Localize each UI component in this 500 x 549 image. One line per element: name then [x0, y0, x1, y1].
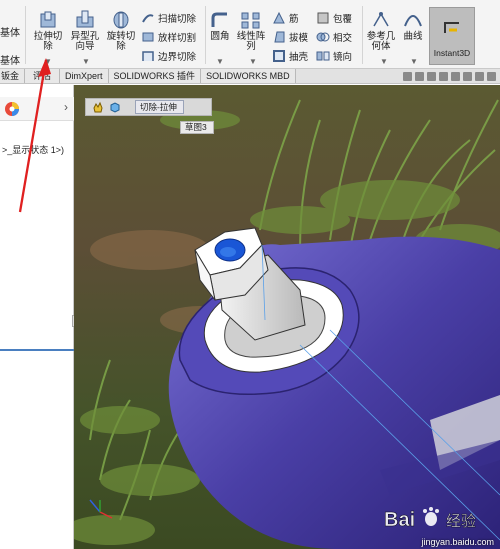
hide-show-icon[interactable] — [451, 71, 460, 81]
curves-button[interactable]: 曲线 — [399, 10, 427, 42]
baidu-watermark: Bai 经验 jingyan.baidu.com — [358, 500, 500, 549]
intersect-button[interactable]: 相交 — [316, 29, 352, 45]
view-settings-icon[interactable] — [487, 71, 496, 81]
reference-geometry-button[interactable]: 参考几何体 — [364, 10, 398, 52]
revolved-cut-label: 旋转切除 — [106, 31, 136, 52]
linear-pattern-icon — [241, 12, 260, 29]
dropdown-caret-icon[interactable]: ▼ — [82, 57, 90, 66]
mirror-button[interactable]: 镜向 — [316, 48, 352, 64]
mirror-icon — [316, 51, 330, 61]
instant3d-icon — [444, 22, 459, 33]
wrap-icon — [317, 12, 329, 24]
zoom-icon[interactable] — [403, 71, 412, 81]
revolved-cut-icon — [113, 11, 129, 29]
display-style-icon[interactable] — [439, 71, 448, 81]
instant3d-button[interactable]: Instant3D — [429, 7, 475, 65]
section-view-icon[interactable] — [415, 71, 424, 81]
tab-solidworks-addins[interactable]: SOLIDWORKS 插件 — [109, 69, 202, 83]
baidu-logo: Bai 经验 — [384, 507, 476, 531]
dropdown-caret-icon[interactable]: ▼ — [249, 57, 257, 66]
reference-geometry-label: 参考几何体 — [366, 31, 396, 52]
lofted-cut-label: 放样切割 — [158, 33, 197, 44]
dropdown-caret-icon[interactable]: ▼ — [216, 57, 224, 66]
tab-solidworks-mbd[interactable]: SOLIDWORKS MBD — [201, 69, 296, 83]
mirror-label: 镜向 — [333, 52, 353, 63]
scene-icon[interactable] — [475, 71, 484, 81]
dropdown-caret-icon[interactable]: ▼ — [380, 57, 388, 66]
fillet-button[interactable]: 圆角 — [207, 10, 233, 42]
shell-button[interactable]: 抽壳 — [272, 48, 308, 64]
curves-label: 曲线 — [403, 31, 423, 42]
wrap-button[interactable]: 包覆 — [316, 10, 352, 26]
curves-icon — [404, 15, 422, 27]
shell-icon — [273, 50, 285, 62]
sketch-breadcrumb[interactable]: 草图3 — [180, 121, 214, 134]
instant3d-label: Instant3D — [433, 48, 471, 58]
graphics-viewport[interactable] — [74, 85, 500, 549]
fillet-label: 圆角 — [210, 31, 230, 42]
boundary-cut-icon — [142, 51, 154, 61]
swept-cut-label: 扫描切除 — [158, 14, 197, 25]
draft-button[interactable]: 拔模 — [272, 29, 308, 45]
swept-cut-button[interactable]: 扫描切除 — [141, 10, 196, 26]
svg-text:经验: 经验 — [446, 512, 476, 530]
linear-pattern-button[interactable]: 线性阵列 — [234, 10, 268, 52]
ribbon-separator — [362, 6, 363, 64]
rib-button[interactable]: 筋 — [272, 10, 299, 26]
cut-extrude-label: 切除-拉伸 — [140, 102, 177, 112]
swept-cut-icon — [142, 14, 154, 23]
linear-pattern-label: 线性阵列 — [236, 31, 266, 52]
shell-label: 抽壳 — [289, 52, 309, 63]
ribbon-separator — [205, 6, 206, 64]
view-orientation-icon[interactable] — [427, 71, 436, 81]
lofted-cut-icon — [142, 32, 154, 42]
boundary-cut-label: 边界切除 — [158, 52, 197, 63]
dropdown-caret-icon[interactable]: ▼ — [410, 57, 418, 66]
draft-label: 拔模 — [289, 33, 309, 44]
wrap-label: 包覆 — [333, 14, 353, 25]
lofted-cut-button[interactable]: 放样切割 — [141, 29, 196, 45]
watermark-url: jingyan.baidu.com — [421, 537, 494, 547]
boundary-cut-button[interactable]: 边界切除 — [141, 48, 196, 64]
appearance-icon[interactable] — [463, 71, 472, 81]
fillet-icon — [211, 12, 227, 27]
intersect-label: 相交 — [333, 33, 353, 44]
draft-icon — [274, 31, 285, 43]
panel-divider — [0, 349, 74, 351]
revolved-cut-button[interactable]: 旋转切除 — [104, 10, 138, 52]
part-icon[interactable] — [109, 101, 121, 113]
rib-label: 筋 — [289, 14, 299, 25]
rib-icon — [273, 11, 285, 24]
view-heads-up-toolbar — [295, 69, 500, 83]
sketch-label: 草图3 — [185, 122, 207, 132]
hand-icon[interactable] — [92, 101, 104, 113]
svg-text:Bai: Bai — [384, 509, 415, 531]
reference-geometry-icon — [373, 12, 389, 27]
breadcrumb-feature[interactable]: 切除-拉伸 — [135, 100, 184, 114]
annotation-arrow — [18, 58, 51, 213]
intersect-icon — [316, 32, 330, 42]
grass-background-scene — [74, 85, 500, 549]
